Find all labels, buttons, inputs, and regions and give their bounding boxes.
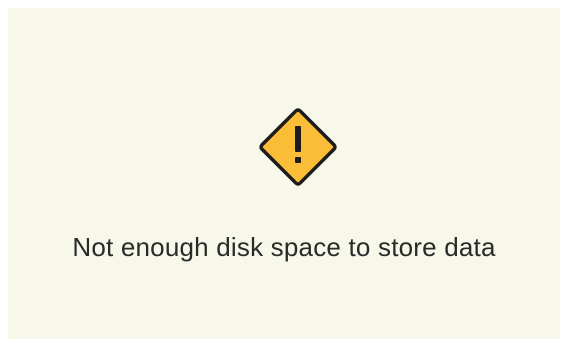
error-message: Not enough disk space to store data (72, 232, 496, 262)
error-panel: Not enough disk space to store data (8, 8, 560, 339)
warning-icon (259, 108, 337, 186)
